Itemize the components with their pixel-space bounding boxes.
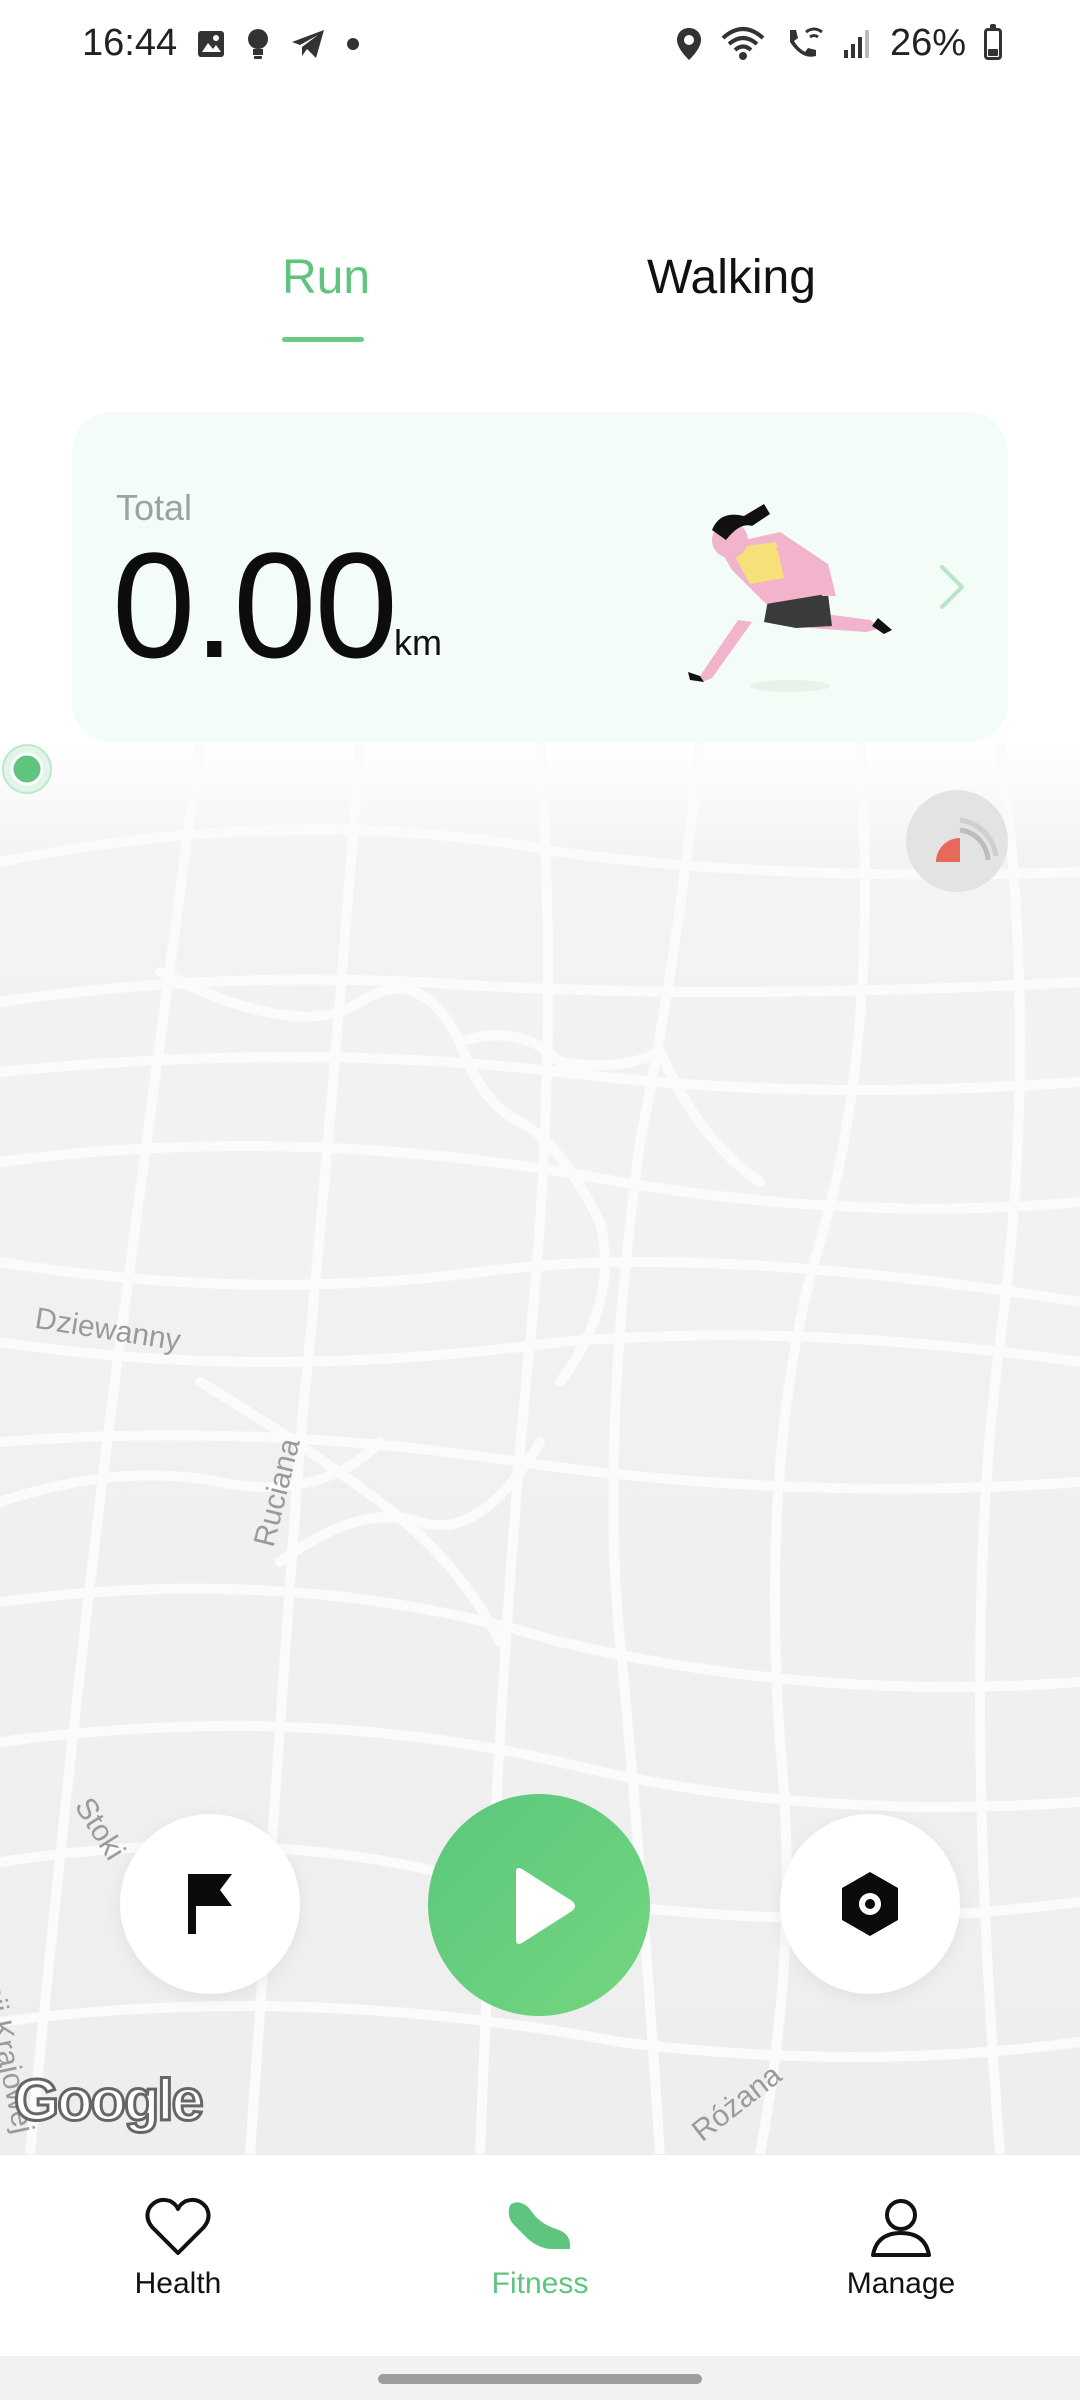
chevron-right-icon — [940, 565, 964, 609]
distance-unit: km — [394, 622, 442, 663]
start-run-button[interactable] — [428, 1794, 650, 2016]
system-icons: 26% — [676, 22, 1002, 65]
flag-icon — [188, 1874, 232, 1934]
nav-manage[interactable]: Manage — [781, 2195, 1021, 2301]
flag-button[interactable] — [120, 1814, 300, 1994]
total-distance-card[interactable]: Total 0.00 km — [72, 412, 1008, 742]
heart-icon — [145, 2197, 211, 2255]
dot-icon — [347, 38, 359, 50]
nav-fitness[interactable]: Fitness — [420, 2195, 660, 2301]
wifi-icon — [721, 26, 765, 60]
gesture-area — [0, 2356, 1080, 2400]
telegram-icon — [292, 30, 324, 58]
total-distance-value: 0.00 — [112, 521, 398, 689]
bulb-icon — [248, 29, 268, 59]
activity-tabs: Run Walking — [0, 225, 1080, 345]
play-icon — [516, 1868, 575, 1944]
home-gesture-bar[interactable] — [378, 2374, 702, 2384]
status-bar: 16:44 26% — [0, 0, 1080, 100]
current-location-marker — [2, 744, 52, 794]
google-attribution: Google — [13, 2067, 206, 2135]
wifi-calling-icon — [789, 27, 823, 57]
tab-run[interactable]: Run — [282, 250, 370, 305]
location-icon — [676, 27, 701, 60]
gps-signal-button[interactable] — [906, 790, 1008, 892]
status-time: 16:44 — [82, 22, 178, 64]
nav-health-label: Health — [134, 2267, 222, 2300]
tab-walking[interactable]: Walking — [647, 250, 816, 305]
battery-percent: 26% — [889, 22, 966, 64]
bottom-navigation: Health Fitness Manage — [0, 2154, 1080, 2357]
battery-icon — [984, 23, 1002, 60]
notification-icons — [196, 28, 360, 60]
runner-illustration — [688, 504, 892, 692]
settings-icon — [842, 1872, 898, 1936]
run-settings-button[interactable] — [780, 1814, 960, 1994]
person-icon — [871, 2199, 931, 2257]
active-tab-indicator — [282, 337, 364, 342]
shoe-icon — [508, 2202, 570, 2249]
signal-icon — [843, 29, 869, 58]
nav-health[interactable]: Health — [58, 2195, 298, 2301]
gallery-icon — [198, 31, 224, 57]
gps-signal-icon — [936, 817, 999, 862]
nav-manage-label: Manage — [846, 2267, 956, 2300]
nav-fitness-label: Fitness — [491, 2267, 589, 2300]
